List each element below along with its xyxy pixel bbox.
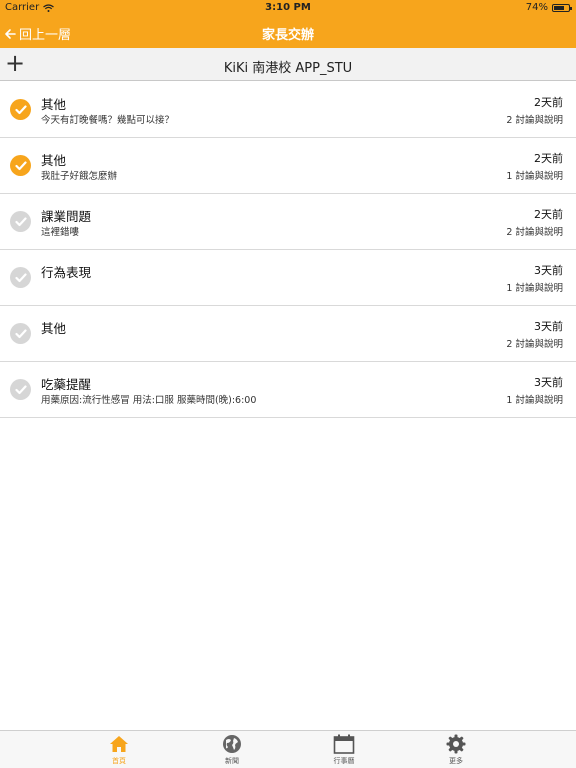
tab-label: 更多 — [449, 757, 463, 765]
item-time-ago: 3天前 — [534, 376, 563, 389]
item-time-ago: 2天前 — [534, 208, 563, 221]
item-time-ago: 3天前 — [534, 264, 563, 277]
item-discussion-count: 2 討論與說明 — [506, 115, 563, 126]
item-discussion-count: 1 討論與說明 — [506, 395, 563, 406]
item-description: 這裡錯嘍 — [41, 227, 80, 238]
item-category: 其他 — [41, 153, 67, 168]
check-icon — [10, 155, 31, 176]
gear-icon — [446, 734, 466, 754]
tab-label: 行事曆 — [333, 757, 355, 765]
item-description: 我肚子好餓怎麼辦 — [41, 171, 118, 182]
page-title: 家長交辦 — [261, 28, 314, 43]
check-icon — [10, 323, 31, 344]
tab-more[interactable]: 更多 — [426, 733, 486, 767]
check-icon — [10, 99, 31, 120]
tab-bar: 首頁 新聞 行事曆 更多 — [0, 730, 576, 768]
status-time: 3:10 PM — [265, 2, 311, 13]
item-category: 課業問題 — [41, 209, 92, 224]
item-category: 其他 — [41, 97, 67, 112]
home-icon — [110, 736, 128, 752]
calendar-icon — [333, 734, 355, 754]
globe-icon — [223, 735, 241, 753]
school-title: KiKi 南港校 APP_STU — [223, 61, 353, 76]
battery-percent: 74% — [525, 2, 548, 13]
item-time-ago: 2天前 — [534, 96, 563, 109]
item-description: 用藥原因:流行性感冒 用法:口服 服藥時間(晚):6:00 — [41, 395, 257, 406]
item-discussion-count: 2 討論與說明 — [506, 339, 563, 350]
item-discussion-count: 1 討論與說明 — [506, 283, 563, 294]
list-item[interactable]: 其他 我肚子好餓怎麼辦 2天前 1 討論與說明 — [0, 138, 576, 194]
list-item[interactable]: 其他 今天有訂晚餐嗎？幾點可以接？ 2天前 2 討論與說明 — [0, 82, 576, 138]
tab-label: 新聞 — [225, 757, 239, 765]
section-header: + KiKi 南港校 APP_STU — [0, 48, 576, 81]
task-list: 其他 今天有訂晚餐嗎？幾點可以接？ 2天前 2 討論與說明 其他 我肚子好餓怎麼… — [0, 82, 576, 418]
check-icon — [10, 267, 31, 288]
nav-bar: 回上一層 家長交辦 — [0, 16, 576, 48]
item-discussion-count: 1 討論與說明 — [506, 171, 563, 182]
battery-group: 74% — [525, 2, 572, 13]
tab-news[interactable]: 新聞 — [202, 733, 262, 767]
status-bar: Carrier 3:10 PM 74% — [0, 0, 576, 16]
tab-home[interactable]: 首頁 — [89, 733, 149, 767]
tab-calendar[interactable]: 行事曆 — [314, 733, 374, 767]
check-icon — [10, 379, 31, 400]
check-icon — [10, 211, 31, 232]
list-item[interactable]: 吃藥提醒 用藥原因:流行性感冒 用法:口服 服藥時間(晚):6:00 3天前 1… — [0, 362, 576, 418]
battery-icon — [552, 3, 572, 12]
list-item[interactable]: 課業問題 這裡錯嘍 2天前 2 討論與說明 — [0, 194, 576, 250]
item-category: 行為表現 — [41, 265, 92, 280]
item-discussion-count: 2 討論與說明 — [506, 227, 563, 238]
item-category: 吃藥提醒 — [41, 377, 92, 392]
list-item[interactable]: 其他 3天前 2 討論與說明 — [0, 306, 576, 362]
item-time-ago: 3天前 — [534, 320, 563, 333]
tab-label: 首頁 — [112, 757, 126, 765]
item-description: 今天有訂晚餐嗎？幾點可以接？ — [41, 115, 175, 126]
item-time-ago: 2天前 — [534, 152, 563, 165]
list-item[interactable]: 行為表現 3天前 1 討論與說明 — [0, 250, 576, 306]
item-category: 其他 — [41, 321, 67, 336]
